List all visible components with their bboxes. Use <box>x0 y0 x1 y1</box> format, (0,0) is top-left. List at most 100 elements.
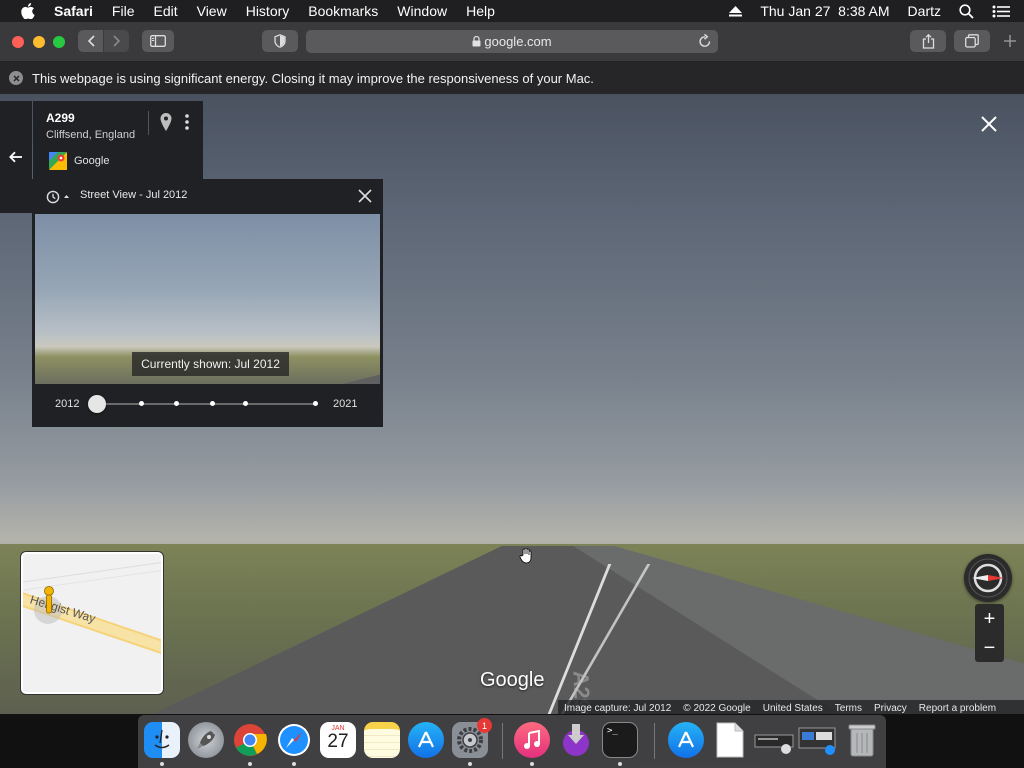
dismiss-banner-button[interactable] <box>9 71 23 85</box>
banner-message: This webpage is using significant energy… <box>32 70 594 86</box>
share-icon <box>922 33 934 49</box>
image-capture-date: Image capture: Jul 2012 <box>564 702 672 714</box>
safari-icon[interactable] <box>276 722 312 758</box>
spotlight-search-icon[interactable] <box>959 3 974 19</box>
control-center-icon[interactable] <box>992 5 1010 18</box>
app-store-a-icon <box>678 731 694 748</box>
screenshot-thumbnail-icon <box>754 734 794 754</box>
trash-can-icon <box>848 724 876 757</box>
menu-app-safari[interactable]: Safari <box>54 0 93 22</box>
safari-compass-icon <box>278 724 310 756</box>
place-card: A299 Cliffsend, England Google <box>33 101 203 179</box>
history-clock-icon[interactable] <box>45 190 69 204</box>
street-view-date-header: Street View - Jul 2012 <box>80 189 188 201</box>
zoom-in-button[interactable]: + <box>975 604 1004 633</box>
notification-badge: 1 <box>477 718 492 733</box>
sidebar-icon <box>150 35 166 47</box>
calendar-icon[interactable]: JAN 27 <box>320 722 356 758</box>
mini-map[interactable]: Hengist Way <box>21 552 163 694</box>
street-view-canvas[interactable]: A299 A299 Cliffsend, England Google Stre… <box>0 94 1024 714</box>
music-icon[interactable] <box>514 722 550 758</box>
zoom-controls: + − <box>975 604 1004 662</box>
map-pin-icon[interactable] <box>160 113 172 131</box>
menu-view[interactable]: View <box>197 0 227 22</box>
currently-shown-tooltip: Currently shown: Jul 2012 <box>132 352 289 376</box>
close-panel-icon[interactable] <box>357 188 373 204</box>
back-button[interactable] <box>78 30 103 52</box>
menu-file[interactable]: File <box>112 0 135 22</box>
menubar-datetime[interactable]: Thu Jan 27 8:38 AM <box>760 3 889 19</box>
timeline-track <box>97 403 316 405</box>
zoom-window-button[interactable] <box>53 36 65 48</box>
privacy-report-button[interactable] <box>262 30 298 52</box>
reload-icon[interactable] <box>698 33 712 49</box>
url-text: google.com <box>484 34 552 49</box>
screenshots-stack-icon[interactable] <box>754 722 794 758</box>
close-window-button[interactable] <box>12 36 24 48</box>
dock-separator <box>502 723 503 759</box>
year-timeline-slider[interactable]: 2012 2021 <box>32 394 383 414</box>
timeline-stop[interactable] <box>174 401 179 406</box>
address-bar[interactable]: google.com <box>306 30 718 53</box>
window-thumbnail-icon[interactable] <box>798 722 838 758</box>
running-indicator <box>248 762 252 766</box>
close-street-view-button[interactable] <box>980 115 1000 135</box>
terms-link[interactable]: Terms <box>835 703 862 714</box>
sidebar-toggle-button[interactable] <box>142 30 174 52</box>
country-link[interactable]: United States <box>763 703 823 714</box>
system-preferences-icon[interactable]: 1 <box>452 718 492 758</box>
menu-history[interactable]: History <box>246 0 290 22</box>
launchpad-icon[interactable] <box>188 722 224 758</box>
running-indicator <box>468 762 472 766</box>
plus-icon <box>1004 35 1016 47</box>
trash-icon[interactable] <box>844 722 880 758</box>
place-brand: Google <box>74 155 110 167</box>
notes-icon[interactable] <box>364 722 400 758</box>
menu-edit[interactable]: Edit <box>153 0 177 22</box>
timeline-start-year: 2012 <box>55 398 80 410</box>
finder-icon[interactable] <box>144 722 180 758</box>
calendar-day: 27 <box>327 731 349 752</box>
tabs-icon <box>965 34 979 48</box>
zoom-out-button[interactable]: − <box>975 633 1004 662</box>
report-problem-link[interactable]: Report a problem <box>919 703 996 714</box>
compass-control[interactable] <box>964 554 1012 602</box>
street-view-preview-image[interactable]: Currently shown: Jul 2012 <box>35 214 380 384</box>
exit-street-view-strip[interactable] <box>0 101 32 213</box>
blank-document-icon <box>716 722 744 758</box>
place-title: A299 <box>46 111 75 125</box>
menubar-user[interactable]: Dartz <box>908 3 941 19</box>
terminal-icon[interactable]: >_ <box>602 722 638 758</box>
app-store-folder-icon[interactable] <box>668 722 704 758</box>
privacy-link[interactable]: Privacy <box>874 703 907 714</box>
close-icon <box>981 116 997 132</box>
minimize-window-button[interactable] <box>33 36 45 48</box>
tab-overview-button[interactable] <box>954 30 990 52</box>
chrome-icon[interactable] <box>232 722 268 758</box>
dock: JAN 27 1 >_ <box>138 715 886 768</box>
eject-icon[interactable] <box>729 5 743 17</box>
downloads-icon[interactable] <box>558 722 594 758</box>
document-stack-icon[interactable] <box>712 722 748 758</box>
menu-window[interactable]: Window <box>397 0 447 22</box>
timeline-stop[interactable] <box>139 401 144 406</box>
timeline-stop[interactable] <box>313 401 318 406</box>
timeline-stop[interactable] <box>210 401 215 406</box>
apple-menu-icon[interactable] <box>19 0 37 22</box>
menu-help[interactable]: Help <box>466 0 495 22</box>
menu-bookmarks[interactable]: Bookmarks <box>308 0 378 22</box>
arrow-left-icon <box>9 151 22 163</box>
more-options-icon[interactable] <box>185 114 189 130</box>
timeline-stop[interactable] <box>243 401 248 406</box>
place-subtitle: Cliffsend, England <box>46 129 136 141</box>
google-maps-logo-icon <box>49 152 67 170</box>
running-indicator <box>618 762 622 766</box>
forward-button[interactable] <box>104 30 129 52</box>
street-view-time-panel: Street View - Jul 2012 Currently shown: … <box>32 179 383 427</box>
compass-icon <box>968 558 1008 598</box>
share-button[interactable] <box>910 30 946 52</box>
app-store-icon[interactable] <box>408 722 444 758</box>
new-tab-button[interactable] <box>1003 34 1023 54</box>
timeline-knob[interactable] <box>88 395 106 413</box>
download-arrow-icon <box>563 724 589 756</box>
